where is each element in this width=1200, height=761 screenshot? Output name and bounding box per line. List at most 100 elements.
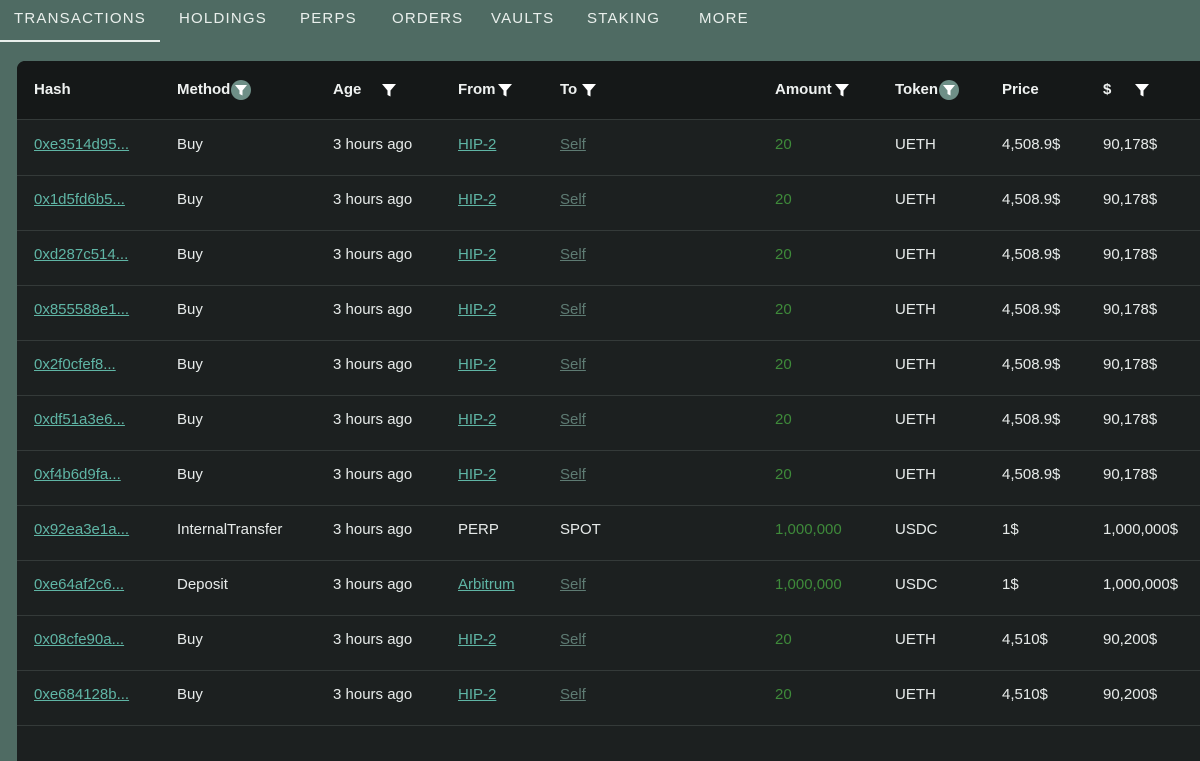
from-link[interactable]: HIP-2	[458, 615, 496, 670]
tab-transactions[interactable]: TRANSACTIONS	[0, 0, 160, 42]
from-link[interactable]: HIP-2	[458, 120, 496, 175]
hash-link[interactable]: 0x08cfe90a...	[34, 615, 124, 670]
tab-vaults[interactable]: VAULTS	[491, 0, 554, 40]
method-cell: Deposit	[177, 576, 228, 593]
hash-link[interactable]: 0x92ea3e1a...	[34, 505, 129, 560]
to-link[interactable]: Self	[560, 395, 586, 450]
hash-link[interactable]: 0xd287c514...	[34, 230, 128, 285]
amount-cell: 20	[775, 301, 792, 318]
amount-cell: 20	[775, 356, 792, 373]
usd-value-cell: 90,178$	[1103, 301, 1158, 318]
price-cell: 4,508.9$	[1002, 246, 1061, 263]
column-header-from: From	[458, 81, 496, 98]
price-cell: 1$	[1002, 521, 1019, 538]
from-link[interactable]: HIP-2	[458, 285, 496, 340]
price-cell: 4,508.9$	[1002, 301, 1061, 318]
to-link[interactable]: Self	[560, 175, 586, 230]
age-cell: 3 hours ago	[333, 411, 413, 428]
method-cell: Buy	[177, 246, 203, 263]
amount-filter-icon[interactable]	[832, 80, 852, 100]
from-link[interactable]: HIP-2	[458, 175, 496, 230]
token-cell: UETH	[895, 301, 936, 318]
age-cell: 3 hours ago	[333, 521, 413, 538]
from-link[interactable]: HIP-2	[458, 340, 496, 395]
token-cell: UETH	[895, 136, 936, 153]
hash-link[interactable]: 0xdf51a3e6...	[34, 395, 125, 450]
hash-link[interactable]: 0xe3514d95...	[34, 120, 129, 175]
method-cell: Buy	[177, 411, 203, 428]
transactions-table: Hash Method Age From To Amount Token Pri…	[17, 61, 1200, 761]
price-cell: 1$	[1002, 576, 1019, 593]
table-row: 0xf4b6d9fa... Buy 3 hours ago HIP-2 Self 20 UE…	[17, 450, 1200, 506]
hash-link[interactable]: 0x855588e1...	[34, 285, 129, 340]
price-cell: 4,508.9$	[1002, 356, 1061, 373]
tab-orders[interactable]: ORDERS	[392, 0, 463, 40]
token-cell: UETH	[895, 246, 936, 263]
hash-link[interactable]: 0x1d5fd6b5...	[34, 175, 125, 230]
token-cell: USDC	[895, 521, 938, 538]
age-cell: 3 hours ago	[333, 356, 413, 373]
to-link[interactable]: Self	[560, 120, 586, 175]
price-cell: 4,508.9$	[1002, 136, 1061, 153]
method-cell: InternalTransfer	[177, 521, 283, 538]
price-cell: 4,508.9$	[1002, 411, 1061, 428]
usd-value-cell: 90,178$	[1103, 466, 1158, 483]
table-row: 0x1d5fd6b5... Buy 3 hours ago HIP-2 Self 20 UE…	[17, 175, 1200, 231]
amount-cell: 20	[775, 686, 792, 703]
method-cell: Buy	[177, 631, 203, 648]
usd-value-cell: 1,000,000$	[1103, 576, 1179, 593]
to-filter-icon[interactable]	[579, 80, 599, 100]
to-link[interactable]: Self	[560, 615, 586, 670]
price-cell: 4,510$	[1002, 631, 1048, 648]
to-link[interactable]: Self	[560, 560, 586, 615]
table-row: 0x2f0cfef8... Buy 3 hours ago HIP-2 Self 20 UE…	[17, 340, 1200, 396]
from-link[interactable]: HIP-2	[458, 670, 496, 725]
column-header-price: Price	[1002, 81, 1039, 98]
from-link[interactable]: Arbitrum	[458, 560, 515, 615]
hash-link[interactable]: 0xe64af2c6...	[34, 560, 124, 615]
tab-holdings[interactable]: HOLDINGS	[179, 0, 267, 40]
hash-link[interactable]: 0xe684128b...	[34, 670, 129, 725]
to-link[interactable]: Self	[560, 285, 586, 340]
column-header-age: Age	[333, 81, 362, 98]
token-cell: UETH	[895, 631, 936, 648]
usd-value-cell: 90,178$	[1103, 411, 1158, 428]
tab-more[interactable]: MORE	[699, 0, 749, 40]
method-cell: Buy	[177, 191, 203, 208]
column-header-hash: Hash	[34, 81, 71, 98]
from-link[interactable]: HIP-2	[458, 230, 496, 285]
to-link[interactable]: Self	[560, 450, 586, 505]
to-link[interactable]: Self	[560, 670, 586, 725]
age-cell: 3 hours ago	[333, 631, 413, 648]
to-link[interactable]: Self	[560, 230, 586, 285]
table-row: 0x855588e1... Buy 3 hours ago HIP-2 Self 20 UE…	[17, 285, 1200, 341]
from-link[interactable]: HIP-2	[458, 450, 496, 505]
token-cell: UETH	[895, 356, 936, 373]
from-link[interactable]: HIP-2	[458, 395, 496, 450]
method-filter-icon[interactable]	[231, 80, 251, 100]
method-cell: Buy	[177, 356, 203, 373]
amount-cell: 20	[775, 191, 792, 208]
from-cell: PERP	[458, 521, 499, 538]
amount-cell: 1,000,000	[775, 521, 842, 538]
token-cell: UETH	[895, 466, 936, 483]
from-filter-icon[interactable]	[495, 80, 515, 100]
table-row: 0xe684128b... Buy 3 hours ago HIP-2 Self 20 UE…	[17, 670, 1200, 726]
tab-staking[interactable]: STAKING	[587, 0, 660, 40]
method-cell: Buy	[177, 136, 203, 153]
usd-filter-icon[interactable]	[1132, 80, 1152, 100]
hash-link[interactable]: 0xf4b6d9fa...	[34, 450, 121, 505]
age-cell: 3 hours ago	[333, 136, 413, 153]
token-filter-icon[interactable]	[939, 80, 959, 100]
to-link[interactable]: Self	[560, 340, 586, 395]
price-cell: 4,510$	[1002, 686, 1048, 703]
usd-value-cell: 90,178$	[1103, 246, 1158, 263]
age-filter-icon[interactable]	[379, 80, 399, 100]
tab-perps[interactable]: PERPS	[300, 0, 357, 40]
table-row: 0xdf51a3e6... Buy 3 hours ago HIP-2 Self 20 UE…	[17, 395, 1200, 451]
amount-cell: 20	[775, 136, 792, 153]
token-cell: UETH	[895, 686, 936, 703]
hash-link[interactable]: 0x2f0cfef8...	[34, 340, 116, 395]
age-cell: 3 hours ago	[333, 301, 413, 318]
token-cell: UETH	[895, 411, 936, 428]
